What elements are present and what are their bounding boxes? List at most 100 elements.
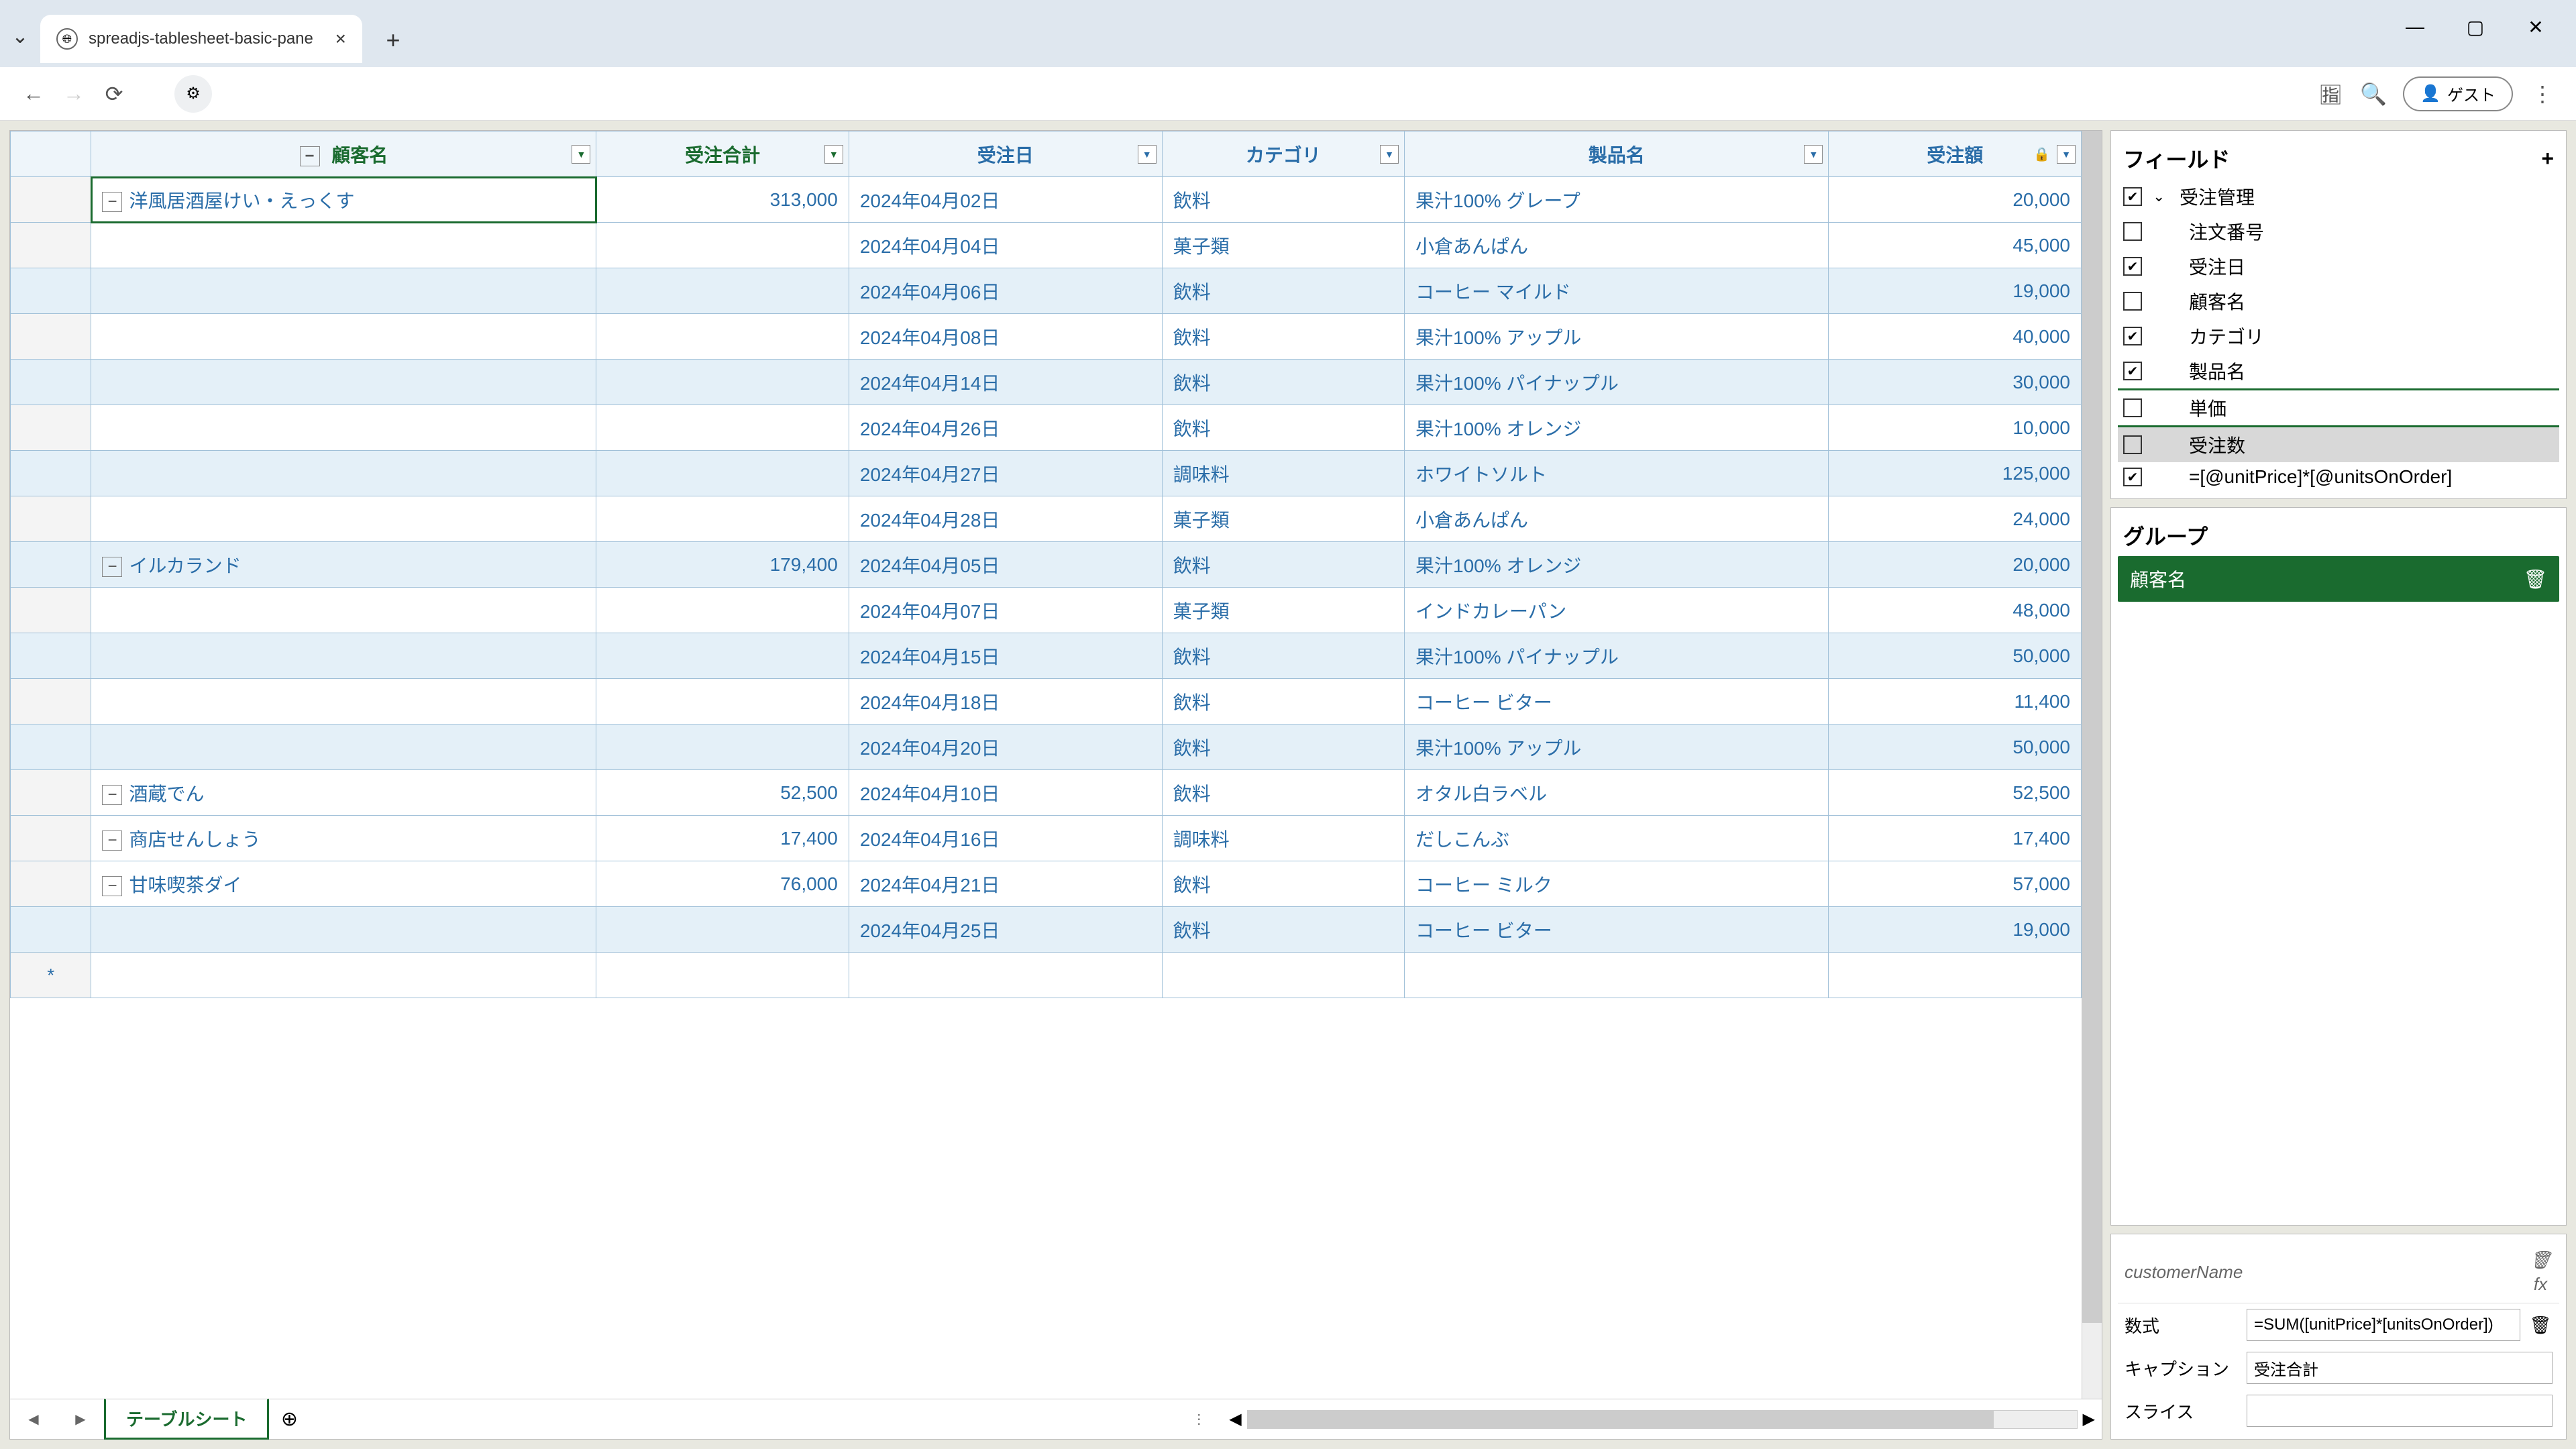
data-cell[interactable]: 20,000 (1829, 542, 2082, 588)
row-header[interactable] (11, 177, 91, 223)
checkbox-icon[interactable] (2123, 327, 2142, 345)
sheet-tab[interactable]: テーブルシート (104, 1399, 269, 1440)
collapse-icon[interactable]: − (102, 785, 122, 805)
data-cell[interactable]: 11,400 (1829, 679, 2082, 724)
corner-cell[interactable] (11, 131, 91, 177)
data-cell[interactable]: 2024年04月07日 (849, 588, 1162, 633)
table-row[interactable]: 2024年04月07日菓子類インドカレーパン48,000 (11, 588, 2082, 633)
back-icon[interactable]: ← (20, 80, 47, 107)
data-cell[interactable]: 調味料 (1162, 816, 1404, 861)
data-cell[interactable]: 小倉あんぱん (1405, 496, 1829, 542)
total-cell[interactable]: 313,000 (596, 177, 849, 223)
data-cell[interactable]: 飲料 (1162, 542, 1404, 588)
data-cell[interactable]: 2024年04月05日 (849, 542, 1162, 588)
data-cell[interactable]: 19,000 (1829, 907, 2082, 953)
formula-input[interactable] (2247, 1309, 2520, 1341)
data-cell[interactable]: 飲料 (1162, 314, 1404, 360)
col-category[interactable]: カテゴリ ▼ (1162, 131, 1404, 177)
maximize-icon[interactable]: ▢ (2462, 13, 2489, 40)
data-cell[interactable]: 飲料 (1162, 724, 1404, 770)
table-row[interactable]: 2024年04月25日飲料コーヒー ビター19,000 (11, 907, 2082, 953)
table-row[interactable]: 2024年04月08日飲料果汁100% アップル40,000 (11, 314, 2082, 360)
data-cell[interactable]: だしこんぶ (1405, 816, 1829, 861)
row-header[interactable] (11, 907, 91, 953)
row-header[interactable] (11, 816, 91, 861)
filter-dropdown-icon[interactable]: ▼ (572, 145, 590, 164)
table-row[interactable]: −酒蔵でん52,5002024年04月10日飲料オタル白ラベル52,500 (11, 770, 2082, 816)
checkbox-icon[interactable] (2123, 398, 2142, 417)
data-cell[interactable]: インドカレーパン (1405, 588, 1829, 633)
col-customer[interactable]: − 顧客名 ▼ (91, 131, 596, 177)
data-cell[interactable]: 40,000 (1829, 314, 2082, 360)
table-row[interactable]: 2024年04月06日飲料コーヒー マイルド19,000 (11, 268, 2082, 314)
data-cell[interactable]: 50,000 (1829, 633, 2082, 679)
scroll-left-icon[interactable]: ◀ (1229, 1409, 1241, 1429)
data-cell[interactable]: 2024年04月28日 (849, 496, 1162, 542)
field-item[interactable]: 単価 (2118, 390, 2559, 425)
add-sheet-icon[interactable]: ⊕ (269, 1407, 309, 1431)
data-cell[interactable]: 2024年04月20日 (849, 724, 1162, 770)
checkbox-icon[interactable] (2123, 187, 2142, 206)
total-cell[interactable]: 179,400 (596, 542, 849, 588)
kebab-menu-icon[interactable]: ⋮ (2529, 80, 2556, 107)
data-cell[interactable]: 果汁100% パイナップル (1405, 633, 1829, 679)
zoom-icon[interactable]: 🔍 (2360, 80, 2387, 107)
filter-dropdown-icon[interactable]: ▼ (1380, 145, 1399, 164)
fx-icon[interactable]: fx (2528, 1272, 2553, 1296)
data-cell[interactable]: 小倉あんぱん (1405, 223, 1829, 268)
row-header[interactable] (11, 496, 91, 542)
data-cell[interactable]: ホワイトソルト (1405, 451, 1829, 496)
reload-icon[interactable]: ⟳ (101, 80, 127, 107)
field-root[interactable]: ⌄ 受注管理 (2118, 179, 2559, 214)
table-row[interactable]: −イルカランド179,4002024年04月05日飲料果汁100% オレンジ20… (11, 542, 2082, 588)
table-row[interactable]: 2024年04月15日飲料果汁100% パイナップル50,000 (11, 633, 2082, 679)
collapse-icon[interactable]: − (102, 557, 122, 577)
data-cell[interactable]: コーヒー マイルド (1405, 268, 1829, 314)
customer-cell[interactable]: −イルカランド (91, 542, 596, 588)
data-cell[interactable]: コーヒー ビター (1405, 907, 1829, 953)
data-cell[interactable]: 飲料 (1162, 268, 1404, 314)
table-row[interactable]: 2024年04月04日菓子類小倉あんぱん45,000 (11, 223, 2082, 268)
profile-button[interactable]: 👤 ゲスト (2403, 76, 2513, 111)
table-row[interactable]: −洋風居酒屋けい・えっくす313,0002024年04月02日飲料果汁100% … (11, 177, 2082, 223)
data-cell[interactable]: 45,000 (1829, 223, 2082, 268)
checkbox-icon[interactable] (2123, 292, 2142, 311)
scrollbar-thumb[interactable] (1248, 1411, 1994, 1428)
row-header[interactable] (11, 770, 91, 816)
table-row[interactable]: 2024年04月26日飲料果汁100% オレンジ10,000 (11, 405, 2082, 451)
minimize-icon[interactable]: — (2402, 13, 2428, 40)
field-item[interactable]: =[@unitPrice]*[@unitsOnOrder] (2118, 462, 2559, 492)
data-cell[interactable]: 2024年04月06日 (849, 268, 1162, 314)
table-row[interactable]: −商店せんしょう17,4002024年04月16日調味料だしこんぶ17,400 (11, 816, 2082, 861)
field-item[interactable]: 受注数 (2118, 425, 2559, 462)
table-row[interactable]: 2024年04月18日飲料コーヒー ビター11,400 (11, 679, 2082, 724)
data-cell[interactable]: 20,000 (1829, 177, 2082, 223)
chevron-down-icon[interactable]: ⌄ (2153, 188, 2169, 205)
field-item[interactable]: 受注日 (2118, 249, 2559, 284)
collapse-icon[interactable]: − (102, 192, 122, 212)
new-row-star[interactable]: * (11, 953, 91, 998)
tab-list-chevron-icon[interactable]: ⌄ (0, 16, 40, 56)
data-cell[interactable]: 果汁100% オレンジ (1405, 542, 1829, 588)
checkbox-icon[interactable] (2123, 257, 2142, 276)
data-cell[interactable]: 19,000 (1829, 268, 2082, 314)
data-cell[interactable]: 飲料 (1162, 405, 1404, 451)
row-header[interactable] (11, 724, 91, 770)
data-cell[interactable]: 2024年04月10日 (849, 770, 1162, 816)
browser-tab[interactable]: 🌐︎ spreadjs-tablesheet-basic-pane × (40, 15, 362, 63)
data-cell[interactable]: 10,000 (1829, 405, 2082, 451)
row-header[interactable] (11, 223, 91, 268)
row-header[interactable] (11, 268, 91, 314)
trash-icon[interactable]: 🗑 (2528, 1313, 2553, 1337)
trash-icon[interactable]: 🗑 (2528, 1248, 2553, 1272)
data-cell[interactable]: 125,000 (1829, 451, 2082, 496)
row-header[interactable] (11, 679, 91, 724)
data-cell[interactable]: 菓子類 (1162, 588, 1404, 633)
row-header[interactable] (11, 633, 91, 679)
checkbox-icon[interactable] (2123, 468, 2142, 486)
field-item[interactable]: 製品名 (2118, 354, 2559, 388)
customer-cell[interactable]: −商店せんしょう (91, 816, 596, 861)
row-header[interactable] (11, 588, 91, 633)
scrollbar-thumb[interactable] (2082, 131, 2102, 1323)
data-cell[interactable]: 50,000 (1829, 724, 2082, 770)
